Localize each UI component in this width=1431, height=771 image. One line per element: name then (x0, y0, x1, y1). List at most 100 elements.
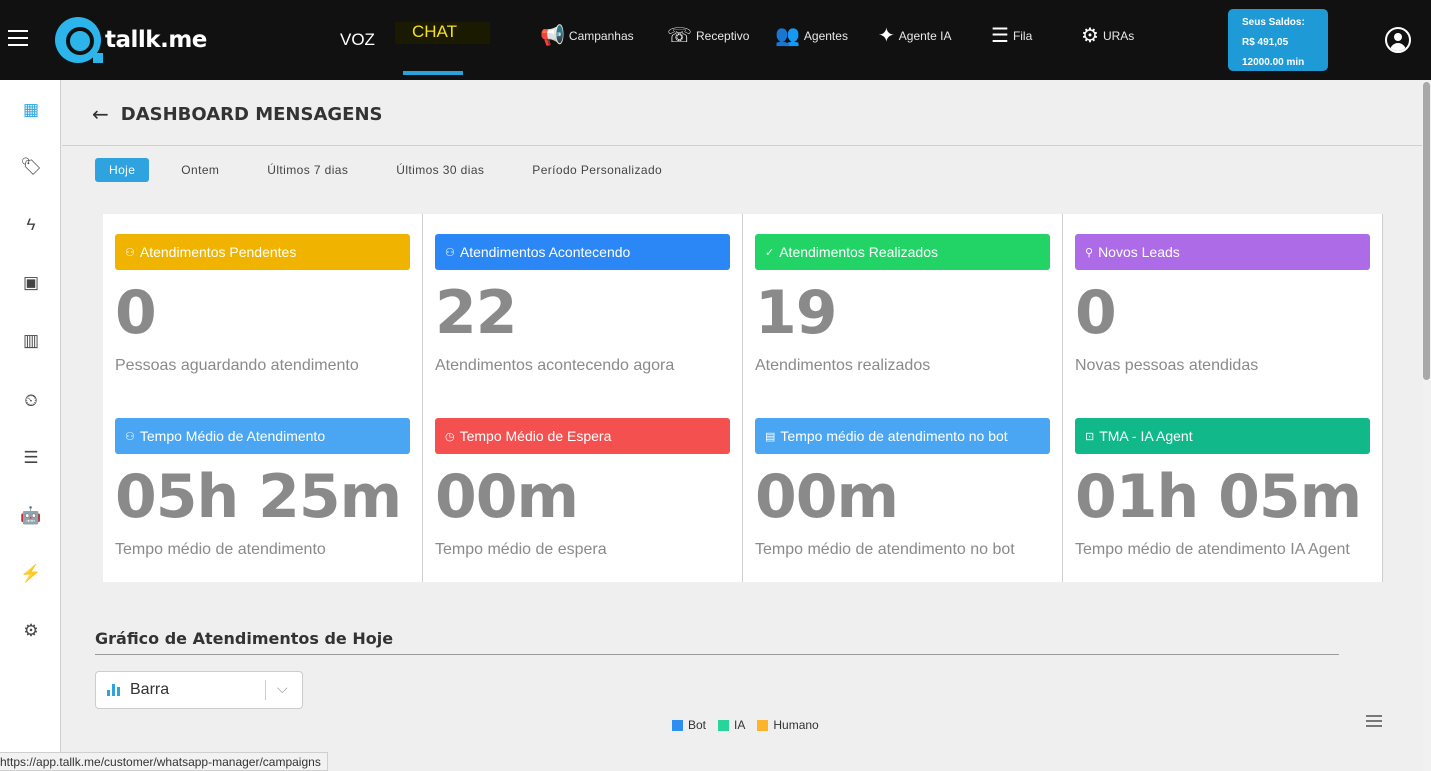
metric-label: TMA - IA Agent (1099, 428, 1193, 444)
bot-chat-icon: ▤ (765, 430, 776, 443)
metric-description: Tempo médio de espera (435, 541, 607, 558)
nav-phone-incoming[interactable]: ☏ Receptivo (667, 26, 749, 46)
period-option[interactable]: Hoje (95, 158, 150, 182)
legend-label: Bot (688, 718, 707, 732)
metric-value: 01h 05m (1075, 462, 1362, 532)
chart-type-select[interactable]: Barra ⌵ (95, 671, 303, 709)
metric-badge: ⚇ Tempo Médio de Atendimento (115, 418, 410, 454)
lightning-icon[interactable]: ϟ (20, 214, 42, 236)
chart-type-value: Barra (130, 681, 170, 698)
period-option[interactable]: Últimos 30 dias (396, 163, 484, 177)
logo-mark-icon (55, 17, 103, 63)
nav-label: Receptivo (696, 29, 750, 43)
back-arrow-icon[interactable]: ← (92, 102, 109, 126)
nav-label: Fila (1012, 29, 1033, 43)
mode-voz-tab[interactable]: VOZ (340, 30, 375, 50)
legend-swatch (757, 719, 769, 731)
nav-label: Campanhas (568, 29, 634, 43)
metric-description: Atendimentos realizados (755, 357, 931, 374)
users-wait-icon: ⚇ (125, 246, 135, 259)
divider (95, 654, 1339, 655)
metric-value: 22 (435, 278, 517, 348)
metric-value: 00m (435, 462, 579, 532)
nav-queue-list[interactable]: ☰ Fila (991, 26, 1032, 46)
legend-item[interactable]: IA (718, 718, 745, 732)
metric-description: Novas pessoas atendidas (1075, 357, 1259, 374)
top-navbar: tallk.me VOZ CHAT 📢 Campanhas ☏ Receptivo 👥 A… (0, 0, 1431, 80)
plug-icon[interactable]: ⚡ (20, 563, 42, 585)
legend-label: Humano (773, 718, 819, 732)
period-option[interactable]: Ontem (181, 163, 219, 177)
scrollbar[interactable] (1422, 80, 1431, 771)
robot-icon[interactable]: 🤖 (20, 505, 42, 527)
page-title-text: DASHBOARD MENSAGENS (120, 103, 383, 125)
settings-icon[interactable]: ⚙ (20, 620, 42, 642)
metric-description: Atendimentos acontecendo agora (435, 357, 675, 374)
metric-card: ⊡ TMA - IA Agent 01h 05m Tempo médio de ate… (1063, 398, 1383, 582)
status-bar-url: https://app.tallk.me/customer/whatsapp-m… (0, 752, 328, 771)
chart-legend: Bot IA Humano (672, 718, 831, 732)
people-icon: 👥 (775, 25, 800, 47)
menu-list-icon[interactable]: ☰ (20, 447, 42, 469)
metric-card: ⚇ Atendimentos Acontecendo 22 Atendimentos … (423, 214, 743, 398)
metric-badge: ◷ Tempo Médio de Espera (435, 418, 730, 454)
user-voice-icon: ⚇ (125, 430, 135, 443)
metric-card: ⚇ Tempo Médio de Atendimento 05h 25m Tempo … (103, 398, 423, 582)
phone-incoming-icon: ☏ (667, 25, 693, 47)
robot-icon: ⊡ (1085, 430, 1095, 443)
legend-item[interactable]: Bot (672, 718, 706, 732)
active-tab-indicator (403, 71, 463, 75)
scrollbar-thumb[interactable] (1423, 82, 1430, 380)
chart-title: Gráfico de Atendimentos de Hoje (95, 629, 394, 648)
legend-item[interactable]: Humano (757, 718, 819, 732)
metric-label: Tempo Médio de Espera (459, 428, 612, 444)
metric-value: 0 (1075, 278, 1117, 348)
chart-menu-icon[interactable] (1366, 715, 1382, 730)
dashboard-icon[interactable]: ▦ (20, 99, 42, 121)
hamburger-menu-icon[interactable] (8, 30, 28, 48)
tag-icon[interactable]: 🏷 (20, 156, 42, 178)
nav-megaphone[interactable]: 📢 Campanhas (540, 26, 634, 46)
nav-label: Agente IA (898, 29, 952, 43)
metric-label: Atendimentos Acontecendo (459, 244, 631, 260)
balance-title: Seus Saldos: (1242, 17, 1305, 28)
kanban-icon[interactable]: ▥ (20, 330, 42, 352)
users-chat-icon: ⚇ (445, 246, 455, 259)
nav-gear[interactable]: ⚙ URAs (1081, 26, 1134, 46)
balance-box[interactable]: Seus Saldos: R$ 491,05 12000.00 min (1228, 9, 1328, 71)
chevron-down-icon[interactable]: ⌵ (277, 680, 288, 697)
metric-badge: ✓ Atendimentos Realizados (755, 234, 1050, 270)
metric-card: ⚲ Novos Leads 0 Novas pessoas atendidas (1063, 214, 1383, 398)
nav-label: URAs (1102, 29, 1135, 43)
metric-description: Tempo médio de atendimento no bot (755, 541, 1015, 558)
metric-label: Tempo médio de atendimento no bot (780, 428, 1008, 444)
metric-badge: ▤ Tempo médio de atendimento no bot (755, 418, 1050, 454)
metric-badge: ⚲ Novos Leads (1075, 234, 1370, 270)
period-option[interactable]: Período Personalizado (532, 163, 662, 177)
legend-swatch (718, 719, 730, 731)
user-icon: ⚲ (1085, 246, 1094, 259)
mode-chat-tab[interactable]: CHAT (395, 22, 490, 44)
metric-description: Tempo médio de atendimento (115, 541, 326, 558)
megaphone-icon: 📢 (540, 25, 565, 47)
metric-description: Tempo médio de atendimento IA Agent (1075, 541, 1350, 558)
bar-chart-icon (107, 684, 121, 696)
nav-label: Agentes (803, 29, 848, 43)
metric-badge: ⚇ Atendimentos Pendentes (115, 234, 410, 270)
metric-value: 19 (755, 278, 837, 348)
metric-label: Tempo Médio de Atendimento (139, 428, 326, 444)
select-separator (265, 680, 266, 700)
metric-description: Pessoas aguardando atendimento (115, 357, 359, 374)
nav-sparkles[interactable]: ✦ Agente IA (878, 26, 951, 46)
logo[interactable]: tallk.me (55, 17, 207, 63)
user-account-icon[interactable] (1385, 27, 1411, 53)
nav-people[interactable]: 👥 Agentes (775, 26, 848, 46)
campaign-clock-icon[interactable]: ⏲ (20, 390, 42, 412)
sparkles-icon: ✦ (878, 25, 895, 47)
queue-list-icon: ☰ (991, 25, 1009, 47)
metric-card: ✓ Atendimentos Realizados 19 Atendimentos r… (743, 214, 1063, 398)
metric-value: 05h 25m (115, 462, 402, 532)
sidebar: ▦ 🏷 ϟ ▣ ▥ ⏲ ☰ 🤖 ⚡ ⚙ (0, 80, 61, 771)
contact-card-icon[interactable]: ▣ (20, 272, 42, 294)
period-option[interactable]: Últimos 7 dias (267, 163, 348, 177)
